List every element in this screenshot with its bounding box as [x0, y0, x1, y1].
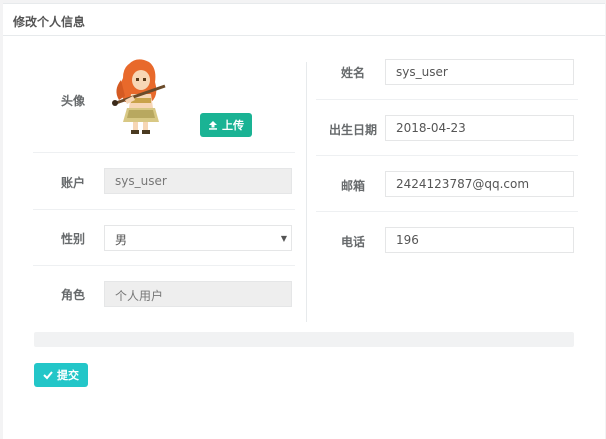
gender-select[interactable]: 男 ▼	[104, 225, 292, 251]
avatar-image	[107, 56, 169, 136]
phone-label: 电话	[340, 235, 365, 249]
submit-label: 提交	[57, 369, 79, 382]
email-label: 邮箱	[340, 179, 365, 193]
gender-value: 男	[115, 233, 128, 247]
profile-panel: 修改个人信息 头像 上传 账户 sys_user 性别 男 ▼ 角色 个人用户 …	[3, 3, 605, 439]
gender-label: 性别	[60, 232, 85, 246]
submit-button[interactable]: 提交	[34, 363, 88, 387]
email-field[interactable]: 2424123787@qq.com	[385, 171, 574, 197]
divider	[33, 209, 295, 210]
divider	[316, 99, 578, 100]
check-icon	[43, 370, 53, 380]
name-label: 姓名	[340, 66, 365, 80]
divider	[33, 265, 295, 266]
upload-icon	[208, 120, 218, 130]
birth-date-field[interactable]: 2018-04-23	[385, 115, 574, 141]
account-label: 账户	[60, 176, 85, 190]
upload-button[interactable]: 上传	[200, 113, 252, 137]
panel-title: 修改个人信息	[3, 4, 605, 36]
birth-date-label: 出生日期	[328, 123, 377, 137]
upload-label: 上传	[222, 119, 244, 132]
role-field[interactable]: 个人用户	[104, 281, 292, 307]
divider	[316, 155, 578, 156]
phone-field[interactable]: 196	[385, 227, 574, 253]
caret-down-icon: ▼	[280, 234, 287, 243]
name-field[interactable]: sys_user	[385, 59, 574, 85]
section-divider-bar	[34, 332, 574, 347]
role-label: 角色	[60, 288, 85, 302]
divider	[33, 152, 295, 153]
account-field[interactable]: sys_user	[104, 168, 292, 194]
avatar-label: 头像	[60, 94, 85, 108]
divider	[316, 211, 578, 212]
column-divider	[306, 62, 307, 322]
